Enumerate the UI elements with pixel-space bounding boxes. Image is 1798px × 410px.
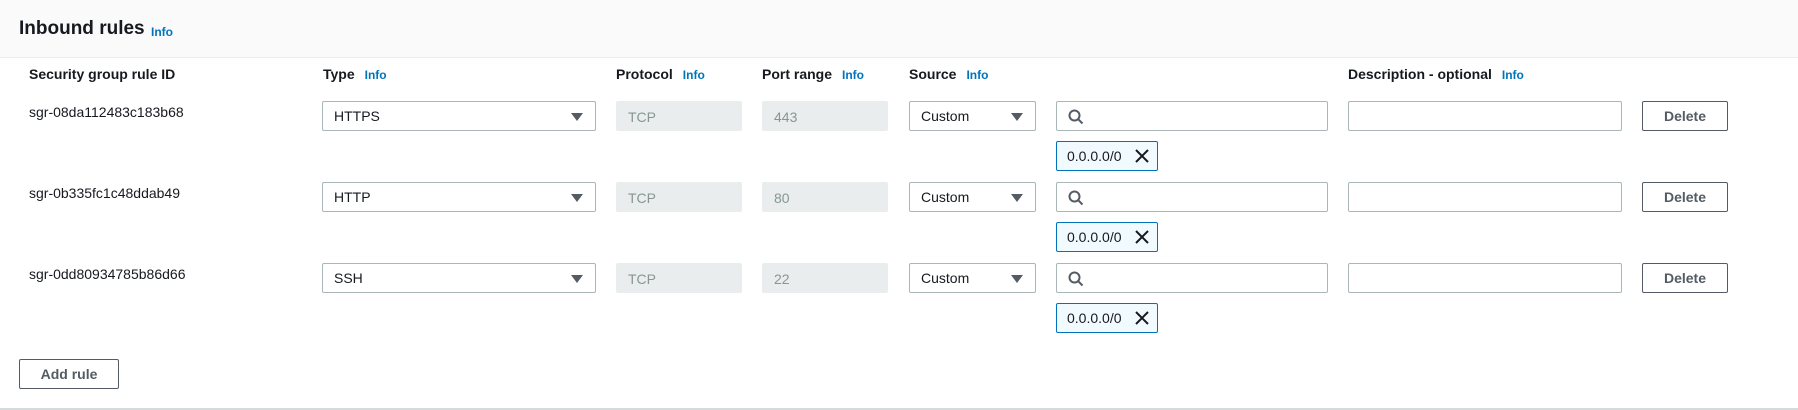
caret-down-icon <box>1011 113 1023 121</box>
rule-id: sgr-0b335fc1c48ddab49 <box>29 185 181 201</box>
column-header-port-range: Port range Info <box>762 66 864 82</box>
column-header-description: Description - optional Info <box>1348 66 1524 82</box>
panel-header: Inbound rules Info <box>0 0 1798 58</box>
inbound-rules-panel: Inbound rules Info Security group rule I… <box>0 0 1798 410</box>
delete-button[interactable]: Delete <box>1642 263 1728 293</box>
port-range-field: 443 <box>762 101 888 131</box>
column-header-source: Source Info <box>909 66 988 82</box>
column-header-protocol: Protocol Info <box>616 66 705 82</box>
source-select[interactable]: Custom <box>909 101 1036 131</box>
port-range-value: 22 <box>774 271 790 287</box>
protocol-info-link[interactable]: Info <box>683 68 705 82</box>
protocol-value: TCP <box>628 271 656 287</box>
rule-id: sgr-0dd80934785b86d66 <box>29 266 186 282</box>
type-select-value: HTTPS <box>334 108 380 124</box>
port-range-value: 80 <box>774 190 790 206</box>
title-info-link[interactable]: Info <box>151 25 173 39</box>
type-select-value: HTTP <box>334 189 371 205</box>
description-info-link[interactable]: Info <box>1502 68 1524 82</box>
column-header-protocol-label: Protocol <box>616 66 673 82</box>
port-range-field: 22 <box>762 263 888 293</box>
cidr-token-label: 0.0.0.0/0 <box>1067 310 1122 326</box>
column-header-rule-id-label: Security group rule ID <box>29 66 176 82</box>
protocol-value: TCP <box>628 109 656 125</box>
type-select[interactable]: HTTPS <box>322 101 596 131</box>
column-header-rule-id: Security group rule ID <box>29 66 175 82</box>
search-icon <box>1068 271 1084 287</box>
description-input[interactable] <box>1348 101 1622 131</box>
source-select-value: Custom <box>921 189 970 205</box>
column-header-type-label: Type <box>323 66 355 82</box>
type-select-value: SSH <box>334 270 363 286</box>
source-search-input[interactable] <box>1056 263 1328 293</box>
source-search-input[interactable] <box>1056 101 1328 131</box>
description-input[interactable] <box>1348 263 1622 293</box>
protocol-field: TCP <box>616 263 742 293</box>
search-icon <box>1068 109 1084 125</box>
delete-button[interactable]: Delete <box>1642 101 1728 131</box>
port-range-field: 80 <box>762 182 888 212</box>
source-select-value: Custom <box>921 108 970 124</box>
close-icon[interactable] <box>1133 147 1151 165</box>
column-header-source-label: Source <box>909 66 957 82</box>
search-icon <box>1068 190 1084 206</box>
type-info-link[interactable]: Info <box>365 68 387 82</box>
column-header-description-label: Description - optional <box>1348 66 1492 82</box>
panel-title: Inbound rules <box>19 18 145 39</box>
source-select-value: Custom <box>921 270 970 286</box>
protocol-field: TCP <box>616 101 742 131</box>
caret-down-icon <box>571 113 583 121</box>
add-rule-button[interactable]: Add rule <box>19 359 119 389</box>
rule-id: sgr-08da112483c183b68 <box>29 104 184 120</box>
close-icon[interactable] <box>1133 228 1151 246</box>
protocol-value: TCP <box>628 190 656 206</box>
delete-button[interactable]: Delete <box>1642 182 1728 212</box>
protocol-field: TCP <box>616 182 742 212</box>
port-range-value: 443 <box>774 109 798 125</box>
description-input[interactable] <box>1348 182 1622 212</box>
caret-down-icon <box>571 275 583 283</box>
source-select[interactable]: Custom <box>909 263 1036 293</box>
cidr-token: 0.0.0.0/0 <box>1056 222 1158 252</box>
cidr-token: 0.0.0.0/0 <box>1056 141 1158 171</box>
source-info-link[interactable]: Info <box>966 68 988 82</box>
source-select[interactable]: Custom <box>909 182 1036 212</box>
caret-down-icon <box>1011 194 1023 202</box>
cidr-token-label: 0.0.0.0/0 <box>1067 229 1122 245</box>
cidr-token-label: 0.0.0.0/0 <box>1067 148 1122 164</box>
column-header-type: Type Info <box>323 66 387 82</box>
type-select[interactable]: SSH <box>322 263 596 293</box>
column-header-port-range-label: Port range <box>762 66 833 82</box>
caret-down-icon <box>571 194 583 202</box>
source-search-input[interactable] <box>1056 182 1328 212</box>
cidr-token: 0.0.0.0/0 <box>1056 303 1158 333</box>
close-icon[interactable] <box>1133 309 1151 327</box>
caret-down-icon <box>1011 275 1023 283</box>
type-select[interactable]: HTTP <box>322 182 596 212</box>
port-range-info-link[interactable]: Info <box>842 68 864 82</box>
